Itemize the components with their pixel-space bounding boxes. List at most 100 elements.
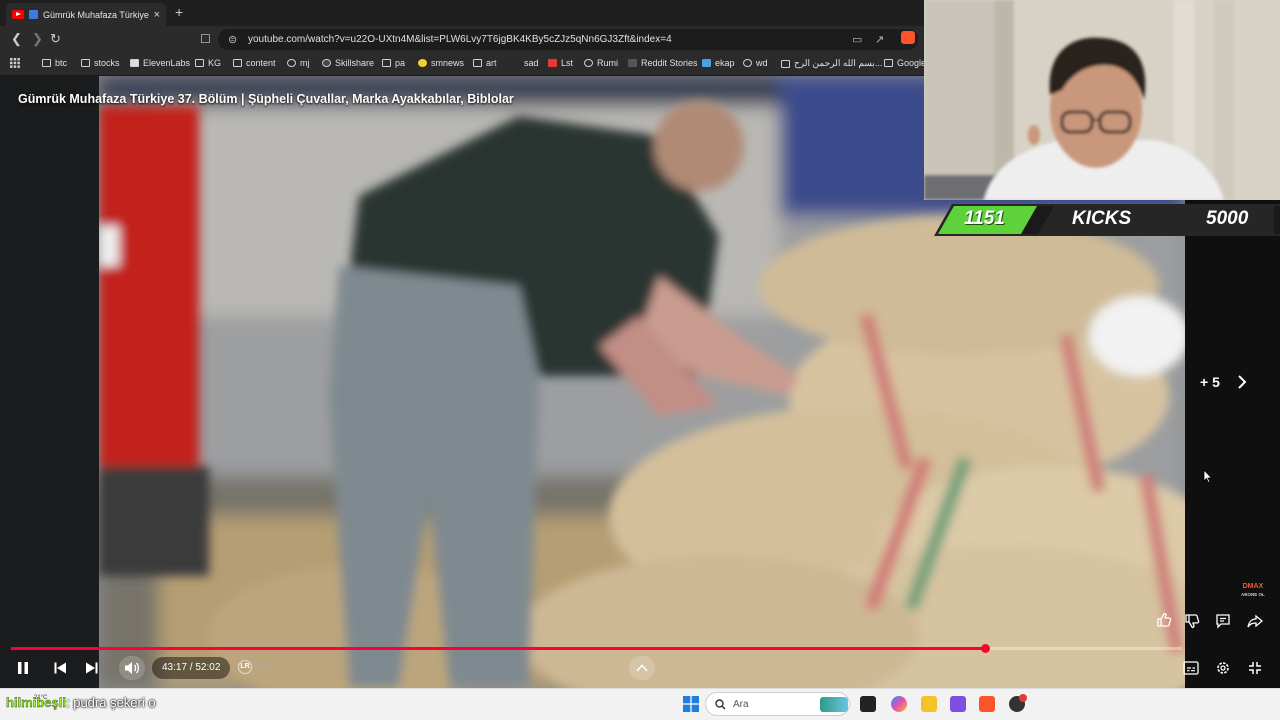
chevron-up-icon	[636, 664, 648, 672]
screen: Gümrük Muhafaza Türkiye 37 × + ❮ ❯ ↻ ☐ ⊜…	[0, 0, 1280, 720]
progress-bar[interactable]	[11, 644, 1182, 653]
task-view-icon[interactable]	[860, 696, 876, 712]
skillshare-icon	[322, 59, 331, 67]
pause-icon[interactable]	[16, 661, 30, 675]
bookmark-btc[interactable]: btc	[42, 58, 67, 68]
volume-button[interactable]	[119, 656, 145, 680]
bookmark-skillshare[interactable]: Skillshare	[322, 58, 374, 68]
share-icon[interactable]: ↗	[875, 33, 884, 46]
globe-icon	[584, 59, 593, 67]
bookmark-elevenlabs[interactable]: ElevenLabs	[130, 58, 190, 68]
url-field[interactable]: ⊜ youtube.com/watch?v=u22O-UXtn4M&list=P…	[218, 29, 918, 50]
bookmark-arabic[interactable]: بسم الله الرحمن الرح...	[781, 58, 882, 69]
bookmark-icon[interactable]: ☐	[200, 31, 211, 47]
media-icon	[29, 10, 38, 19]
elevenlabs-icon	[130, 59, 139, 67]
github-icon	[287, 59, 296, 67]
folder-icon	[473, 59, 482, 67]
browser-tab-bar: Gümrük Muhafaza Türkiye 37 × +	[0, 0, 924, 26]
browser-tab[interactable]: Gümrük Muhafaza Türkiye 37 ×	[6, 3, 166, 26]
wikipedia-icon	[743, 59, 752, 67]
search-highlight-icon	[820, 697, 848, 712]
settings-gear-icon[interactable]	[1215, 660, 1231, 676]
cast-icon[interactable]: ▭	[852, 33, 862, 46]
site-info-icon[interactable]: ⊜	[228, 33, 237, 46]
new-tab-button[interactable]: +	[175, 4, 183, 20]
taskbar-search[interactable]: Ara	[705, 692, 850, 716]
back-icon[interactable]: ❮	[11, 31, 22, 47]
dislike-icon[interactable]	[1184, 613, 1200, 629]
bookmark-reddit-stories[interactable]: Reddit Stories	[628, 58, 698, 68]
windows-start-icon[interactable]	[683, 696, 699, 712]
folder-icon	[884, 59, 893, 67]
kicks-goal-overlay: 1151 KICKS 5000	[934, 200, 1280, 238]
bookmark-content[interactable]: content	[233, 58, 276, 68]
autoplay-state: OFF	[255, 664, 269, 671]
chat-message: pudra şekeri o	[73, 695, 156, 710]
folder-icon	[81, 59, 90, 67]
video-title[interactable]: Gümrük Muhafaza Türkiye 37. Bölüm | Şüph…	[18, 92, 514, 106]
channel-watermark[interactable]: DMAX ABONE OL	[1241, 583, 1265, 599]
kicks-label: KICKS	[1072, 208, 1132, 229]
youtube-icon	[12, 10, 24, 19]
ekap-icon	[702, 59, 711, 67]
windows-taskbar	[0, 688, 1280, 720]
bookmark-sad[interactable]: sad	[511, 58, 539, 68]
volume-icon	[125, 662, 140, 674]
bookmark-lst[interactable]: Lst	[548, 58, 573, 68]
autoplay-badge[interactable]: LR	[238, 660, 252, 674]
folder-icon	[233, 59, 242, 67]
file-explorer-icon[interactable]	[921, 696, 937, 712]
bookmark-wd[interactable]: wd	[743, 58, 768, 68]
copilot-icon[interactable]	[891, 696, 907, 712]
smiley-icon	[418, 59, 427, 67]
bookmark-stocks[interactable]: stocks	[81, 58, 120, 68]
chat-username: hilmibeşli	[6, 695, 66, 710]
brave-shield-icon[interactable]	[901, 31, 915, 44]
share-icon[interactable]	[1247, 613, 1263, 629]
progress-played	[11, 647, 986, 650]
progress-scrubber[interactable]	[981, 644, 991, 653]
chat-separator: :	[65, 695, 70, 710]
more-videos-count[interactable]: + 5	[1200, 374, 1220, 390]
video-letterbox	[0, 76, 99, 688]
bookmark-google[interactable]: Google	[884, 58, 926, 68]
tab-title: Gümrük Muhafaza Türkiye 37	[43, 9, 149, 20]
webcam-image	[924, 0, 1280, 200]
search-placeholder: Ara	[733, 699, 749, 710]
forward-icon[interactable]: ❯	[32, 31, 43, 47]
bookmark-ekap[interactable]: ekap	[702, 58, 735, 68]
chat-ticker: hilmibeşli: pudra şekeri o	[6, 695, 156, 710]
tab-close-icon[interactable]: ×	[154, 9, 160, 21]
time-display: 43:17 / 52:02	[152, 657, 231, 679]
apps-icon[interactable]	[10, 58, 20, 68]
kicks-goal: 5000	[1206, 208, 1249, 229]
subtitles-icon[interactable]	[1183, 661, 1199, 675]
bookmark-kg[interactable]: KG	[195, 58, 221, 68]
kicks-count: 1151	[964, 208, 1005, 229]
sad-icon	[511, 59, 520, 67]
next-icon[interactable]	[85, 661, 99, 675]
d-logo-icon	[628, 59, 637, 67]
s-logo-icon	[548, 59, 557, 67]
bookmark-smnews[interactable]: smnews	[418, 58, 464, 68]
url-text: youtube.com/watch?v=u22O-UXtn4M&list=PLW…	[248, 34, 672, 45]
comments-icon[interactable]	[1215, 613, 1231, 629]
folder-icon	[382, 59, 391, 67]
address-bar-row: ❮ ❯ ↻ ☐ ⊜ youtube.com/watch?v=u22O-UXtn4…	[0, 26, 924, 52]
reload-icon[interactable]: ↻	[50, 31, 61, 47]
folder-icon	[195, 59, 204, 67]
page-icon	[781, 59, 790, 68]
bookmark-mj[interactable]: mj	[287, 58, 310, 68]
mouse-cursor-icon	[1203, 469, 1212, 483]
chevron-right-icon[interactable]	[1237, 375, 1247, 389]
brave-browser-icon[interactable]	[979, 696, 995, 712]
bookmark-rumi[interactable]: Rumi	[584, 58, 618, 68]
previous-icon[interactable]	[53, 661, 67, 675]
bookmark-pa[interactable]: pa	[382, 58, 405, 68]
bookmark-art[interactable]: art	[473, 58, 497, 68]
exit-fullscreen-icon[interactable]	[1247, 660, 1263, 676]
like-icon[interactable]	[1156, 612, 1172, 628]
snipping-tool-icon[interactable]	[950, 696, 966, 712]
expand-button[interactable]	[629, 656, 655, 680]
